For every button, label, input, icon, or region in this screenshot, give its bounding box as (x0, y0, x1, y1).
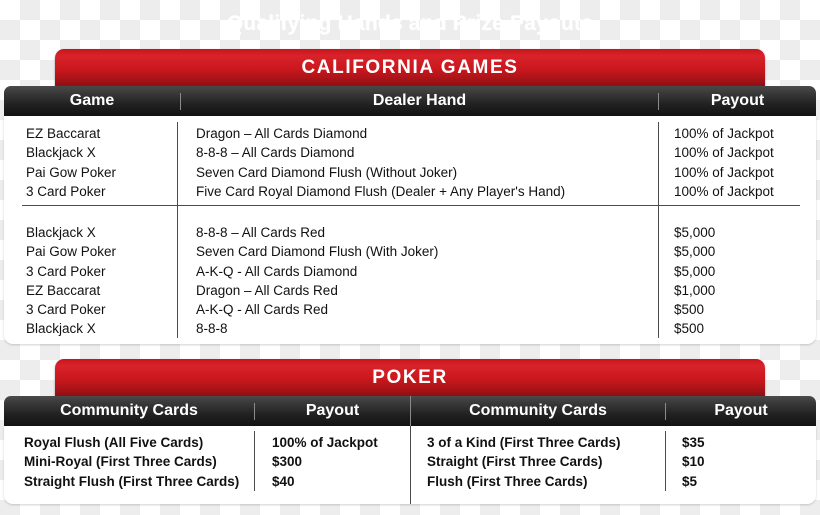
vertical-rule-center (410, 426, 411, 504)
table-cell: Five Card Royal Diamond Flush (Dealer + … (196, 183, 566, 199)
table-col-payout-left: 100% of Jackpot $300 $40 (272, 433, 378, 491)
table-col-community-cards-left: Royal Flush (All Five Cards) Mini-Royal … (24, 433, 239, 491)
poker-banner-label: POKER (372, 367, 448, 388)
table-cell: Seven Card Diamond Flush (Without Joker) (196, 164, 458, 180)
group-divider (22, 205, 800, 206)
table-cell: Royal Flush (All Five Cards) (24, 435, 204, 450)
table-cell: $300 (272, 454, 303, 470)
table-col-game-group2: Blackjack X Pai Gow Poker 3 Card Poker E… (26, 223, 116, 339)
table-cell: $40 (272, 473, 295, 489)
table-cell: 100% of Jackpot (674, 183, 774, 199)
column-header-game: Game (69, 92, 115, 109)
table-cell: A-K-Q - All Cards Red (196, 302, 329, 318)
table-cell: 3 of a Kind (First Three Cards) (427, 435, 621, 450)
table-cell: $1,000 (674, 282, 716, 298)
table-col-payout-right: $35 $10 $5 (682, 433, 705, 491)
poker-table: Royal Flush (All Five Cards) Mini-Royal … (4, 426, 816, 504)
table-cell: $5,000 (674, 263, 716, 279)
table-cell: $5,000 (674, 225, 716, 240)
vertical-rule (658, 122, 659, 338)
table-cell: Dragon – All Cards Diamond (196, 126, 368, 141)
table-cell: 3 Card Poker (26, 263, 106, 279)
table-cell: $5,000 (674, 244, 716, 260)
table-cell: Pai Gow Poker (26, 244, 117, 260)
column-header-payout: Payout (710, 92, 765, 109)
table-cell: Straight (First Three Cards) (427, 454, 603, 470)
column-header-dealer-hand: Dealer Hand (372, 92, 467, 109)
table-cell: 8-8-8 – All Cards Diamond (196, 145, 355, 161)
column-header-payout-right: Payout (714, 402, 768, 419)
table-col-dealer-hand-group1: Dragon – All Cards Diamond 8-8-8 – All C… (196, 124, 565, 201)
table-cell: $500 (674, 321, 705, 337)
table-col-game-group1: EZ Baccarat Blackjack X Pai Gow Poker 3 … (26, 124, 116, 201)
table-cell: Dragon – All Cards Red (196, 282, 338, 298)
california-games-table: EZ Baccarat Blackjack X Pai Gow Poker 3 … (4, 116, 816, 344)
table-cell: Straight Flush (First Three Cards) (24, 473, 240, 489)
table-col-payout-group1: 100% of Jackpot 100% of Jackpot 100% of … (674, 124, 774, 201)
page-title: Qualifying Hands and Prize Payouts (226, 12, 594, 35)
vertical-rule (254, 431, 255, 491)
table-cell: 100% of Jackpot (674, 164, 774, 180)
table-cell: Blackjack X (26, 145, 96, 161)
table-col-dealer-hand-group2: 8-8-8 – All Cards Red Seven Card Diamond… (196, 223, 438, 339)
column-header-community-cards-right: Community Cards (469, 402, 607, 419)
table-cell: Mini-Royal (First Three Cards) (24, 454, 217, 470)
california-games-banner: CALIFORNIA GAMES (55, 49, 765, 87)
table-cell: Seven Card Diamond Flush (With Joker) (196, 244, 439, 260)
table-cell: A-K-Q - All Cards Diamond (196, 263, 358, 279)
table-cell: $35 (682, 435, 705, 450)
table-cell: 100% of Jackpot (674, 126, 774, 141)
table-cell: EZ Baccarat (26, 282, 101, 298)
vertical-rule (177, 122, 178, 338)
table-cell: Flush (First Three Cards) (427, 473, 588, 489)
payout-chart-document: Qualifying Hands and Prize Payouts CALIF… (0, 0, 820, 515)
table-cell: Blackjack X (26, 225, 96, 240)
table-col-community-cards-right: 3 of a Kind (First Three Cards) Straight… (427, 433, 621, 491)
table-cell: Pai Gow Poker (26, 164, 117, 180)
table-cell: $500 (674, 302, 705, 318)
table-cell: 3 Card Poker (26, 302, 106, 318)
table-cell: 3 Card Poker (26, 183, 106, 199)
table-cell: 100% of Jackpot (272, 435, 378, 450)
table-col-payout-group2: $5,000 $5,000 $5,000 $1,000 $500 $500 (674, 223, 715, 339)
table-cell: $5 (682, 473, 698, 489)
vertical-rule (665, 431, 666, 491)
california-games-banner-label: CALIFORNIA GAMES (301, 57, 519, 78)
table-cell: EZ Baccarat (26, 126, 101, 141)
california-games-header-row: Game Dealer Hand Payout (4, 86, 816, 116)
table-cell: $10 (682, 454, 705, 470)
table-cell: 8-8-8 – All Cards Red (196, 225, 326, 240)
column-header-community-cards-left: Community Cards (60, 402, 198, 419)
poker-banner: POKER (55, 359, 765, 397)
column-header-payout-left: Payout (305, 402, 360, 419)
table-cell: 8-8-8 (196, 321, 228, 337)
table-cell: Blackjack X (26, 321, 96, 337)
table-cell: 100% of Jackpot (674, 145, 774, 161)
poker-header-row: Community Cards Payout Community Cards P… (4, 396, 816, 426)
